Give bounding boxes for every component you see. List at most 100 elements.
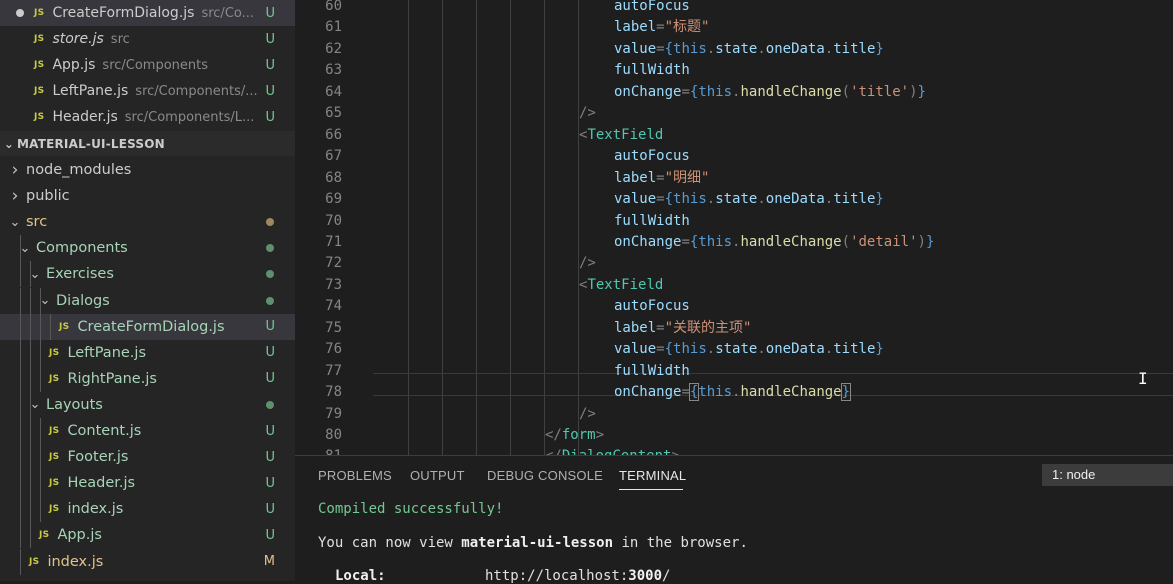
folder-item[interactable]: › node_modules xyxy=(0,157,295,183)
code-token: fullWidth xyxy=(614,62,690,79)
open-editor-item[interactable]: JS store.js src U xyxy=(0,26,295,52)
code-token: { xyxy=(664,40,674,57)
git-status-badge: U xyxy=(265,57,275,73)
code-token: TextField xyxy=(587,126,664,143)
tree-indent-guide xyxy=(20,287,21,314)
terminal-local-url[interactable]: http://localhost:3000/ xyxy=(485,568,670,584)
open-editor-item[interactable]: JS CreateFormDialog.js src/Co... U xyxy=(0,0,295,26)
line-number: 66 xyxy=(325,126,342,143)
code-line: 78 onChange={this.handleChange} xyxy=(295,382,1173,404)
folder-item[interactable]: ⌄ Dialogs xyxy=(0,287,295,314)
open-editor-path: src/Components/L... xyxy=(124,109,255,125)
file-item[interactable]: JS Content.js U xyxy=(0,418,295,444)
tree-item-label: src xyxy=(26,214,48,231)
code-text: autoFocus xyxy=(614,0,690,18)
code-token: ( xyxy=(841,83,851,100)
code-line: 61 label="标题" xyxy=(295,17,1173,39)
text-cursor-icon: I xyxy=(1138,369,1148,388)
code-token: } xyxy=(875,40,884,57)
file-item[interactable]: JS RightPane.js U xyxy=(0,365,295,392)
tree-item-label: Components xyxy=(36,240,128,257)
folder-item[interactable]: ⌄ src xyxy=(0,209,295,235)
code-token: . xyxy=(757,40,766,57)
terminal-url-port: 3000 xyxy=(628,568,663,584)
file-item[interactable]: JS CreateFormDialog.js U xyxy=(0,313,295,340)
code-token: </ xyxy=(545,427,562,443)
code-token: } xyxy=(875,191,884,208)
git-status-dot xyxy=(266,218,274,227)
project-section-header[interactable]: ⌄ MATERIAL-UI-LESSON xyxy=(0,131,295,156)
file-item[interactable]: JS Footer.js U xyxy=(0,444,295,471)
tree-indent-guide xyxy=(40,365,41,392)
code-line: 70 fullWidth xyxy=(295,211,1173,233)
code-text: <TextField xyxy=(579,275,663,297)
code-editor[interactable]: 60 autoFocus 61 label="标题" 62 value={this.sta… xyxy=(295,0,1173,455)
tab-output[interactable]: OUTPUT xyxy=(410,468,465,483)
tree-item-label: Dialogs xyxy=(56,292,110,309)
tab-terminal[interactable]: TERMINAL xyxy=(619,468,686,483)
tree-indent-guide xyxy=(20,313,21,340)
terminal-compiled-line: Compiled successfully! xyxy=(318,501,504,517)
code-line: 65 /> xyxy=(295,103,1173,125)
chevron-down-icon: ⌄ xyxy=(3,136,15,151)
open-editor-item[interactable]: JS LeftPane.js src/Components/... U xyxy=(0,78,295,104)
line-number: 77 xyxy=(325,362,342,379)
js-file-icon: JS xyxy=(59,321,70,332)
line-number: 72 xyxy=(325,255,342,272)
code-text: fullWidth xyxy=(614,60,690,82)
git-status-badge: U xyxy=(265,31,275,47)
js-file-icon: JS xyxy=(49,478,60,489)
bottom-panel: PROBLEMS OUTPUT DEBUG CONSOLE TERMINAL 1… xyxy=(295,455,1173,584)
code-line: 60 autoFocus xyxy=(295,0,1173,18)
tree-indent-guide xyxy=(30,313,31,340)
code-token: onChange xyxy=(614,83,682,100)
tab-problems[interactable]: PROBLEMS xyxy=(318,468,392,483)
code-text: label="标题" xyxy=(614,17,709,39)
code-token: } xyxy=(925,233,935,250)
open-editor-item[interactable]: JS App.js src/Components U xyxy=(0,52,295,78)
tree-indent-guide xyxy=(30,365,31,392)
code-token: = xyxy=(656,40,665,57)
tab-debug-console[interactable]: DEBUG CONSOLE xyxy=(487,468,603,483)
code-token: . xyxy=(824,341,834,358)
code-token: state xyxy=(715,341,758,358)
code-text: </DialogContent> xyxy=(545,446,680,455)
file-item[interactable]: JS index.js U xyxy=(0,496,295,523)
code-token: } xyxy=(840,383,852,402)
code-token: ) xyxy=(909,83,918,100)
terminal-select[interactable]: 1: node xyxy=(1042,464,1173,486)
code-text: /> xyxy=(579,253,596,275)
tree-indent-guide xyxy=(40,339,41,366)
open-editor-name: LeftPane.js xyxy=(52,83,129,99)
code-token: value xyxy=(614,341,657,358)
open-editor-name: store.js xyxy=(52,31,104,47)
code-text: fullWidth xyxy=(614,211,690,233)
folder-item[interactable]: ⌄ Components xyxy=(0,235,295,262)
git-status-badge: U xyxy=(265,371,275,387)
folder-item[interactable]: ⌄ Layouts xyxy=(0,391,295,418)
code-line: 81 </DialogContent> xyxy=(295,446,1173,455)
file-item[interactable]: JS index.js M xyxy=(0,548,295,575)
tree-indent-guide xyxy=(20,548,21,575)
tree-indent-guide xyxy=(20,235,21,262)
terminal-local-label: Local: xyxy=(335,568,386,584)
tree-item-label: index.js xyxy=(47,553,104,570)
code-token: /> xyxy=(579,405,596,422)
folder-item[interactable]: ⌄ Exercises xyxy=(0,261,295,288)
code-line: 66 <TextField xyxy=(295,125,1173,147)
file-item[interactable]: JS Header.js U xyxy=(0,470,295,497)
file-item[interactable]: JS LeftPane.js U xyxy=(0,339,295,366)
folder-item[interactable]: › public xyxy=(0,183,295,209)
file-item[interactable]: JS App.js U xyxy=(0,522,295,549)
line-number: 71 xyxy=(325,233,342,250)
js-file-icon: JS xyxy=(34,112,45,122)
code-line: 74 autoFocus xyxy=(295,296,1173,318)
terminal-app-name: material-ui-lesson xyxy=(461,535,614,551)
git-status-badge: U xyxy=(265,319,275,335)
code-token: = xyxy=(681,233,690,250)
code-token: = xyxy=(656,341,665,358)
open-editor-item[interactable]: JS Header.js src/Components/L... U xyxy=(0,104,295,130)
explorer-sidebar: JS CreateFormDialog.js src/Co... U JS store.j… xyxy=(0,0,295,581)
line-number: 79 xyxy=(325,405,342,422)
line-number: 70 xyxy=(325,212,342,229)
